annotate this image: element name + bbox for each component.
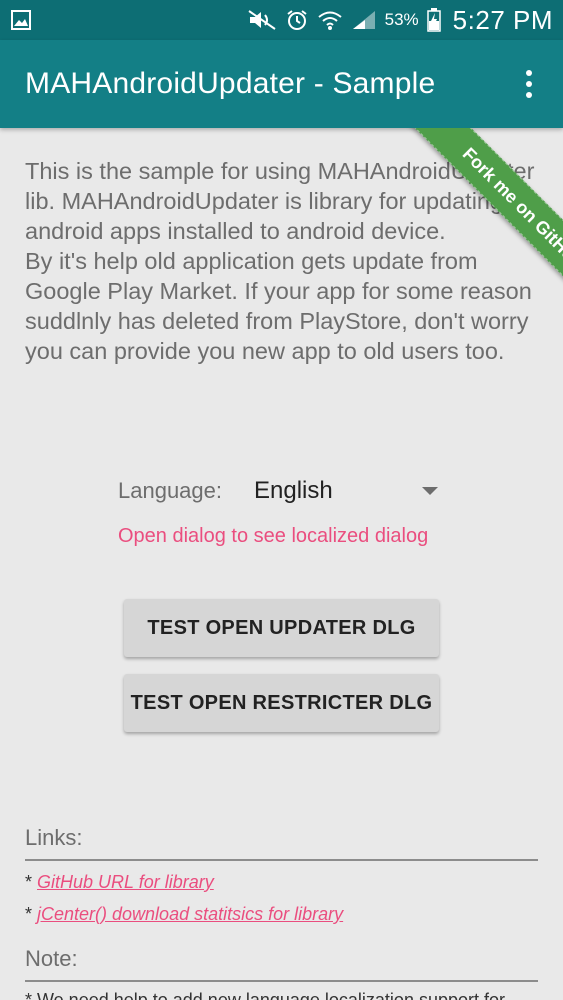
more-vert-icon[interactable] [517,64,541,104]
language-selected-value: English [254,477,333,504]
signal-icon [351,9,377,31]
note-text: * We need help to add new language local… [25,990,505,1000]
wifi-icon [317,9,343,31]
clock: 5:27 PM [452,4,553,35]
battery-charging-icon [426,8,441,32]
gallery-icon [10,9,32,31]
language-label: Language: [118,478,222,503]
note-heading: Note: [25,946,538,982]
fork-me-ribbon[interactable]: Fork me on GitHub [406,128,563,325]
dropdown-arrow-icon [422,487,438,495]
app-title: MAHAndroidUpdater - Sample [25,67,436,100]
status-bar: 53% 5:27 PM [0,0,563,40]
link-item-github: * GitHub URL for library [25,872,214,893]
alarm-icon [285,8,309,32]
link-item-jcenter: * jCenter() download statitsics for libr… [25,904,343,925]
test-open-updater-button[interactable]: TEST OPEN UPDATER DLG [124,599,439,657]
language-row: Language: English [118,474,448,508]
links-heading: Links: [25,825,538,861]
mute-icon [247,9,277,31]
language-spinner[interactable]: English [254,477,448,505]
github-ribbon-container: Fork me on GitHub [343,128,563,348]
bullet: * [25,904,38,924]
main-content[interactable]: Fork me on GitHub This is the sample for… [0,128,563,1000]
jcenter-stats-link[interactable]: jCenter() download statitsics for librar… [37,904,343,924]
language-hint: Open dialog to see localized dialog [118,525,429,547]
bullet: * [25,872,38,892]
test-open-restricter-button[interactable]: TEST OPEN RESTRICTER DLG [124,674,439,732]
app-bar: MAHAndroidUpdater - Sample [0,40,563,128]
battery-percent: 53% [384,10,419,29]
github-url-link[interactable]: GitHub URL for library [37,872,214,892]
